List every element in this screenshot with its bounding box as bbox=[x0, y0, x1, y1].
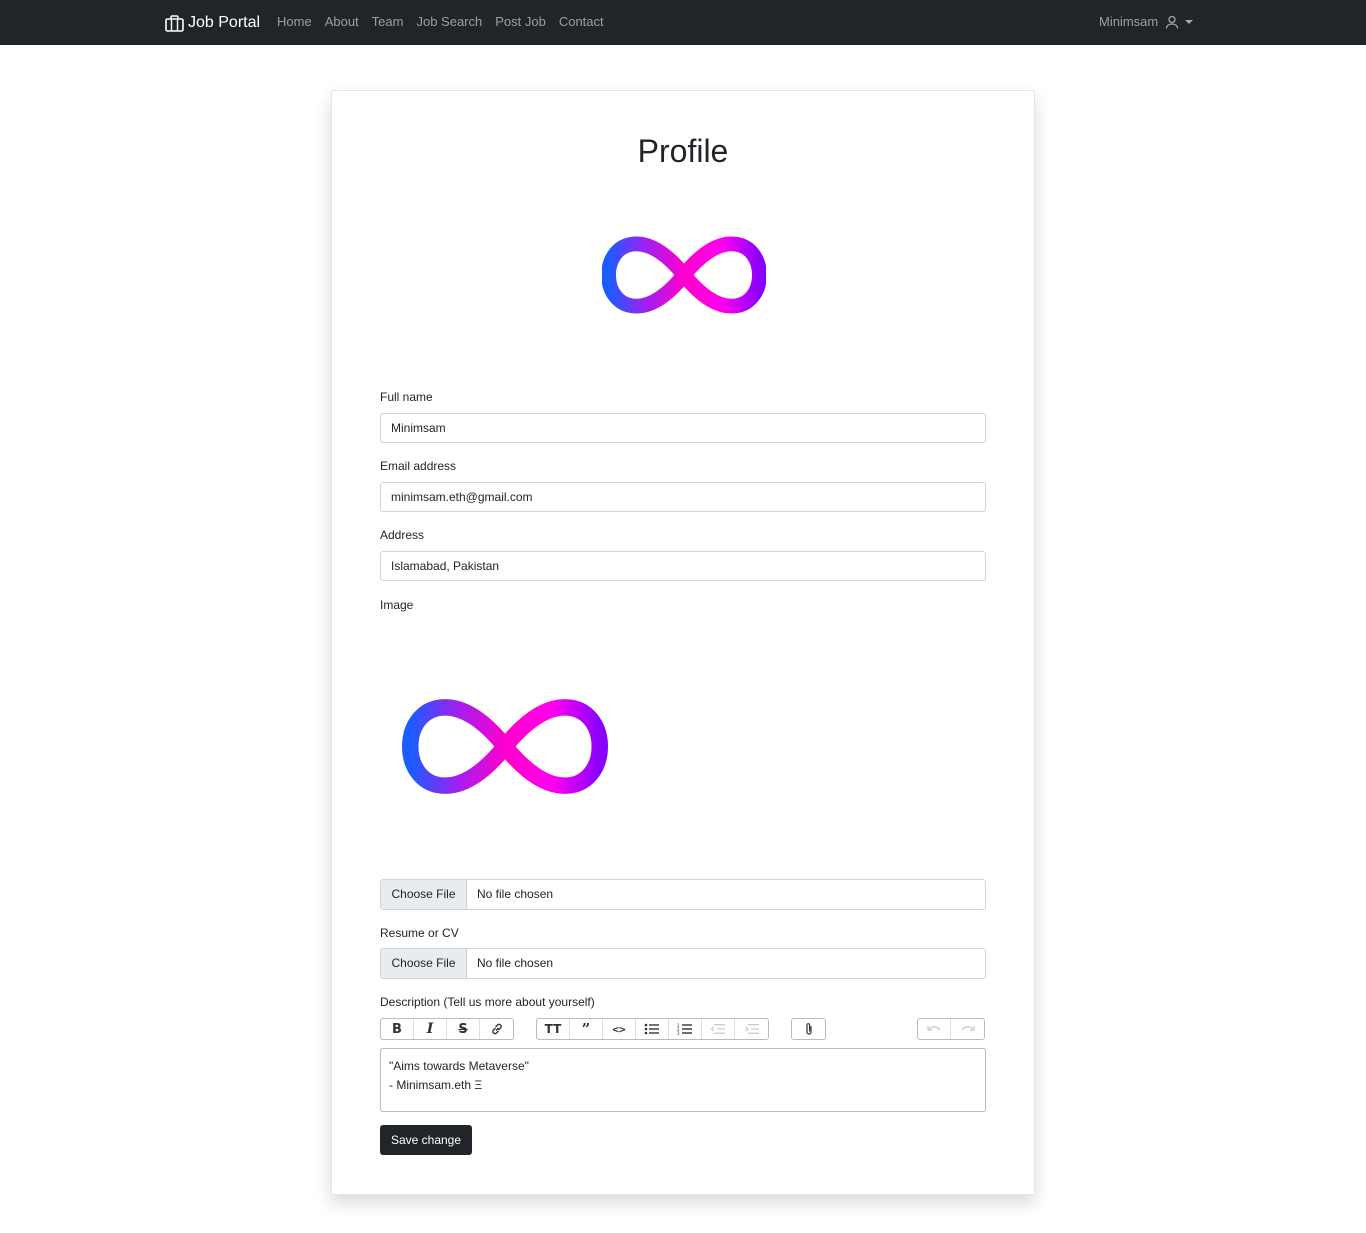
editor-toolbar: B I S TT ” <> 123 bbox=[380, 1018, 986, 1040]
svg-text:3: 3 bbox=[677, 1031, 680, 1035]
full-name-label: Full name bbox=[380, 390, 433, 404]
nav-link-home[interactable]: Home bbox=[277, 14, 312, 29]
indent-icon[interactable] bbox=[735, 1019, 768, 1039]
link-icon[interactable] bbox=[480, 1019, 513, 1039]
profile-image-preview bbox=[402, 699, 608, 794]
resume-file-input[interactable]: Choose File No file chosen bbox=[380, 948, 986, 979]
image-file-name: No file chosen bbox=[477, 887, 554, 901]
number-list-icon[interactable]: 123 bbox=[669, 1019, 702, 1039]
page-title: Profile bbox=[637, 133, 729, 169]
strike-icon[interactable]: S bbox=[447, 1019, 480, 1039]
outdent-icon[interactable] bbox=[702, 1019, 735, 1039]
save-button[interactable]: Save change bbox=[380, 1125, 472, 1155]
block-format-group: TT ” <> 123 bbox=[536, 1018, 769, 1040]
profile-card: Profile Full name Minimsam Email address… bbox=[331, 90, 1035, 1195]
image-file-input[interactable]: Choose File No file chosen bbox=[380, 879, 986, 910]
choose-resume-button[interactable]: Choose File bbox=[381, 949, 467, 978]
chevron-down-icon bbox=[1185, 19, 1194, 24]
quote-icon[interactable]: ” bbox=[570, 1019, 603, 1039]
nav-link-about[interactable]: About bbox=[325, 14, 359, 29]
resume-file-name: No file chosen bbox=[477, 956, 554, 970]
briefcase-icon bbox=[165, 14, 184, 32]
nav-link-contact[interactable]: Contact bbox=[559, 14, 604, 29]
address-input[interactable]: Islamabad, Pakistan bbox=[380, 551, 986, 581]
description-label: Description (Tell us more about yourself… bbox=[380, 995, 595, 1009]
nav-link-job-search[interactable]: Job Search bbox=[416, 14, 482, 29]
user-icon bbox=[1166, 15, 1179, 29]
heading-icon[interactable]: TT bbox=[537, 1019, 570, 1039]
bold-icon[interactable]: B bbox=[381, 1019, 414, 1039]
brand-label: Job Portal bbox=[188, 14, 261, 31]
text-format-group: B I S bbox=[380, 1018, 514, 1040]
avatar bbox=[602, 236, 766, 314]
description-editor[interactable]: "Aims towards Metaverse" - Minimsam.eth … bbox=[380, 1048, 986, 1112]
brand-link[interactable]: Job Portal bbox=[165, 12, 260, 34]
email-field[interactable]: minimsam.eth@gmail.com bbox=[380, 482, 986, 512]
undo-icon[interactable] bbox=[918, 1019, 951, 1039]
description-line-2: - Minimsam.eth Ξ bbox=[389, 1078, 483, 1092]
navbar: Job Portal Home About Team Job Search Po… bbox=[0, 0, 1366, 45]
user-name: Minimsam bbox=[1099, 14, 1159, 29]
full-name-input[interactable]: Minimsam bbox=[380, 413, 986, 443]
image-label: Image bbox=[380, 598, 414, 612]
resume-label: Resume or CV bbox=[380, 926, 459, 940]
nav-link-team[interactable]: Team bbox=[372, 14, 404, 29]
attach-group bbox=[791, 1018, 826, 1040]
address-label: Address bbox=[380, 528, 425, 542]
email-label: Email address bbox=[380, 459, 457, 473]
nav-link-post-job[interactable]: Post Job bbox=[495, 14, 546, 29]
choose-image-button[interactable]: Choose File bbox=[381, 880, 467, 909]
italic-icon[interactable]: I bbox=[414, 1019, 447, 1039]
description-line-1: "Aims towards Metaverse" bbox=[389, 1059, 529, 1073]
attach-icon[interactable] bbox=[792, 1019, 825, 1039]
user-dropdown[interactable]: Minimsam bbox=[1099, 14, 1194, 29]
bullet-list-icon[interactable] bbox=[636, 1019, 669, 1039]
code-icon[interactable]: <> bbox=[603, 1019, 636, 1039]
history-group bbox=[917, 1018, 985, 1040]
redo-icon[interactable] bbox=[951, 1019, 984, 1039]
